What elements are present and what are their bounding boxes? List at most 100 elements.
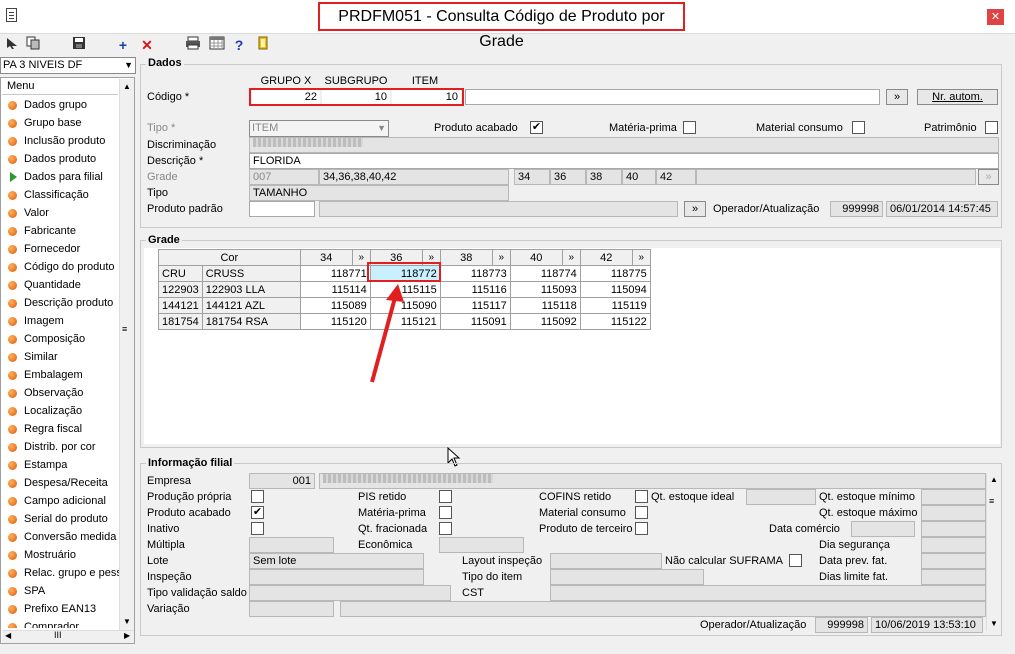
cor-header: Cor [158, 249, 301, 266]
menu-item-label: Serial do produto [24, 513, 108, 525]
nr-autom-button[interactable]: Nr. autom. [917, 89, 998, 105]
economica-field [439, 537, 524, 553]
product-code-cell[interactable]: 115093 [509, 281, 581, 298]
product-code-cell[interactable]: 118773 [439, 265, 511, 282]
filial-scrollbar[interactable]: ▲ ≡ ▼ [986, 473, 1000, 631]
grade-next-button[interactable]: » [978, 169, 999, 185]
copy-icon[interactable] [24, 36, 42, 54]
product-code-cell[interactable]: 115122 [579, 313, 651, 330]
menu-item[interactable]: Localização [2, 402, 119, 420]
menu-item[interactable]: Relac. grupo e pess [2, 564, 119, 582]
product-code-cell[interactable]: 115118 [509, 297, 581, 314]
product-code-cell[interactable]: 115092 [509, 313, 581, 330]
empresa-code: 001 [249, 473, 315, 489]
patrimonio-checkbox[interactable] [985, 121, 998, 134]
codigo-item-input[interactable]: 10 [392, 90, 461, 104]
menu-item[interactable]: Regra fiscal [2, 420, 119, 438]
help-icon[interactable]: ? [230, 36, 248, 54]
add-icon[interactable]: + [114, 36, 132, 54]
pis-retido-label: PIS retido [358, 491, 407, 503]
codigo-subgrupo-input[interactable]: 10 [322, 90, 390, 104]
descricao-input[interactable]: FLORIDA [249, 153, 999, 169]
multipla-field [249, 537, 334, 553]
product-code-cell[interactable]: 115091 [439, 313, 511, 330]
grade-col-2: 36 [550, 169, 586, 185]
inativo-label: Inativo [147, 523, 180, 535]
produto-padrao-label: Produto padrão [147, 203, 223, 215]
menu-item[interactable]: Descrição produto [2, 294, 119, 312]
menu-item[interactable]: Composição [2, 330, 119, 348]
product-code-cell[interactable]: 118775 [579, 265, 651, 282]
product-code-cell[interactable]: 115116 [439, 281, 511, 298]
inativo-checkbox[interactable] [251, 522, 264, 535]
produto-padrao-input[interactable] [249, 201, 315, 217]
red-arrow-annotation [370, 284, 404, 383]
menu-item[interactable]: Dados produto [2, 150, 119, 168]
menu-scrollbar[interactable]: ▲ ≡ ▼ [119, 79, 134, 630]
close-button[interactable]: ✕ [987, 9, 1004, 25]
material-consumo-filial-label: Material consumo [539, 507, 626, 519]
menu-item[interactable]: Grupo base [2, 114, 119, 132]
product-code-cell[interactable]: 115119 [579, 297, 651, 314]
menu-item[interactable]: Fornecedor [2, 240, 119, 258]
delete-icon[interactable]: ✕ [138, 36, 156, 54]
menu-item[interactable]: Estampa [2, 456, 119, 474]
menu-item[interactable]: Distrib. por cor [2, 438, 119, 456]
menu-item[interactable]: Imagem [2, 312, 119, 330]
producao-propria-label: Produção própria [147, 491, 232, 503]
cursor-icon[interactable] [3, 36, 21, 54]
menu-item[interactable]: Serial do produto [2, 510, 119, 528]
producao-propria-checkbox[interactable] [251, 490, 264, 503]
menu-item[interactable]: SPA [2, 582, 119, 600]
product-code-cell[interactable]: 118774 [509, 265, 581, 282]
produto-acabado-filial-checkbox[interactable]: ✔ [251, 506, 264, 519]
menu-item-label: Prefixo EAN13 [24, 603, 97, 615]
produto-padrao-button[interactable]: » [684, 201, 706, 217]
menu-item[interactable]: Prefixo EAN13 [2, 600, 119, 618]
size-next-button[interactable]: » [561, 249, 581, 266]
menu-item[interactable]: Código do produto [2, 258, 119, 276]
menu-item[interactable]: Valor [2, 204, 119, 222]
exit-icon[interactable] [254, 36, 272, 54]
product-type-select[interactable]: PA 3 NIVEIS DF ▼ [0, 57, 136, 74]
tipo-select[interactable]: ITEM ▼ [249, 120, 389, 137]
menu-item[interactable]: Classificação [2, 186, 119, 204]
materia-prima-checkbox[interactable] [683, 121, 696, 134]
menu-item[interactable]: Dados para filial [2, 168, 119, 186]
codigo-next-button[interactable]: » [886, 89, 908, 105]
menu-item[interactable]: Inclusão produto [2, 132, 119, 150]
menu-item[interactable]: Mostruário [2, 546, 119, 564]
menu-item[interactable]: Dados grupo [2, 96, 119, 114]
qt-fracionada-checkbox[interactable] [439, 522, 452, 535]
operador-label: Operador/Atualização [713, 203, 820, 215]
menu-item[interactable]: Embalagem [2, 366, 119, 384]
produto-terceiro-checkbox[interactable] [635, 522, 648, 535]
product-code-cell[interactable]: 115117 [439, 297, 511, 314]
codigo-grupo-input[interactable]: 22 [252, 90, 320, 104]
nao-calcular-suframa-checkbox[interactable] [789, 554, 802, 567]
menu-item[interactable]: Comprador [2, 618, 119, 628]
menu-item[interactable]: Observação [2, 384, 119, 402]
size-next-button[interactable]: » [631, 249, 651, 266]
calendar-icon[interactable] [208, 36, 226, 54]
product-code-cell[interactable]: 115094 [579, 281, 651, 298]
save-icon[interactable] [70, 36, 88, 54]
produto-acabado-checkbox[interactable]: ✔ [530, 121, 543, 134]
menu-item-label: Similar [24, 351, 58, 363]
produto-acabado-label: Produto acabado [434, 122, 518, 134]
material-consumo-checkbox[interactable] [852, 121, 865, 134]
menu-item[interactable]: Similar [2, 348, 119, 366]
menu-item[interactable]: Campo adicional [2, 492, 119, 510]
menu-item[interactable]: Despesa/Receita [2, 474, 119, 492]
menu-hscrollbar[interactable]: ◀ III ▶ [2, 630, 134, 643]
menu-item[interactable]: Conversão medida [2, 528, 119, 546]
cofins-retido-checkbox[interactable] [635, 490, 648, 503]
menu-item[interactable]: Quantidade [2, 276, 119, 294]
cofins-retido-label: COFINS retido [539, 491, 612, 503]
size-next-button[interactable]: » [491, 249, 511, 266]
menu-item[interactable]: Fabricante [2, 222, 119, 240]
materia-prima-filial-checkbox[interactable] [439, 506, 452, 519]
pis-retido-checkbox[interactable] [439, 490, 452, 503]
material-consumo-filial-checkbox[interactable] [635, 506, 648, 519]
print-icon[interactable] [184, 36, 202, 54]
